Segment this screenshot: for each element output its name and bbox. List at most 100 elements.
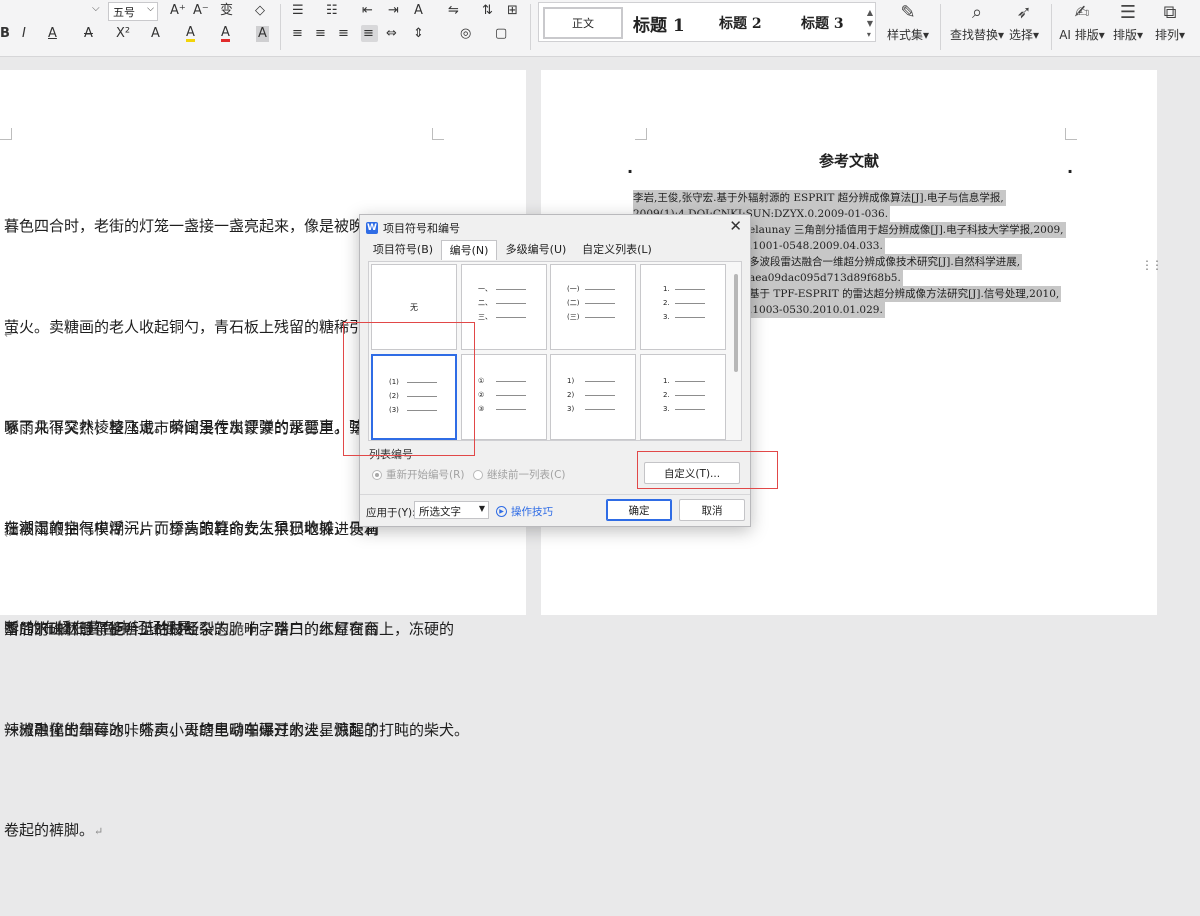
grow-font-icon[interactable]: A⁺ xyxy=(170,3,186,19)
dialog-title: 项目符号和编号 xyxy=(383,222,460,235)
text-effect-icon[interactable]: A xyxy=(151,26,160,42)
font-name-dropdown-icon[interactable]: ⌵ xyxy=(92,3,100,14)
close-icon[interactable]: ✕ xyxy=(729,217,742,235)
style-heading-2[interactable]: 标题 2 xyxy=(719,13,762,33)
bullets-icon[interactable]: ☰ xyxy=(292,3,304,19)
chevron-down-icon: ⌵ xyxy=(147,4,154,14)
preview-line xyxy=(585,395,615,396)
shading-icon[interactable]: ◎ xyxy=(460,26,471,42)
radio-continue-list[interactable]: 继续前一列表(C) xyxy=(473,467,566,482)
preview-row: 一、 xyxy=(462,283,546,295)
preview-line xyxy=(585,289,615,290)
ai-layout-button[interactable]: ✍ AI 排版▾ xyxy=(1058,0,1106,43)
reference-line: .1003-0530.2010.01.029. xyxy=(749,302,885,318)
tab-custom-list[interactable]: 自定义列表(L) xyxy=(578,240,656,260)
gallery-scroll-icon[interactable]: ▲ ▼ ▾ xyxy=(867,7,873,40)
distributed-icon[interactable]: ⇔ xyxy=(386,26,397,42)
numbering-style-cell[interactable]: (一) (二) (三) xyxy=(550,264,636,350)
ribbon-separator xyxy=(530,4,531,50)
tab-multilevel[interactable]: 多级编号(U) xyxy=(501,240,571,260)
font-size-select[interactable]: 五号 ⌵ xyxy=(108,2,158,21)
italic-icon[interactable]: I xyxy=(22,26,26,42)
strikethrough-icon[interactable]: A xyxy=(84,26,93,42)
ribbon-toolbar: ⌵ 五号 ⌵ A⁺ A⁻ 变 ◇ B I A A X² A A A A ☰ ☷ … xyxy=(0,0,1200,57)
preview-line xyxy=(496,289,526,290)
clear-format-icon[interactable]: ◇ xyxy=(255,3,265,19)
preview-number: (三) xyxy=(567,313,580,321)
tab-numbering[interactable]: 编号(N) xyxy=(441,240,497,260)
style-heading-3[interactable]: 标题 3 xyxy=(801,13,844,33)
superscript-icon[interactable]: X² xyxy=(116,26,130,42)
decrease-indent-icon[interactable]: ⇤ xyxy=(362,3,373,19)
paragraph-3[interactable]: 雪后的山林静得能听见枯枝断裂的脆响。猎户的木屋窗台上，冻硬的 辣椒串撞出细碎的咔… xyxy=(4,546,469,814)
preview-line xyxy=(675,395,705,396)
sort-icon[interactable]: ⇅ xyxy=(482,3,493,19)
gallery-scrollbar[interactable] xyxy=(734,274,738,372)
increase-indent-icon[interactable]: ⇥ xyxy=(388,3,399,19)
change-case-icon[interactable]: 变 xyxy=(220,3,233,19)
drag-handle-icon[interactable]: ⋮⋮ xyxy=(1141,259,1163,271)
preview-row: 1. xyxy=(641,283,725,295)
preview-row: 二、 xyxy=(462,297,546,309)
text-line: 暴雨来得突然，整座城市瞬间浸在灰蒙蒙的水雾里。写字 xyxy=(4,419,380,437)
preview-line xyxy=(496,395,526,396)
borders-icon[interactable]: ▢ xyxy=(495,26,507,42)
style-heading-1[interactable]: 标题 1 xyxy=(633,11,685,36)
preview-number: 2. xyxy=(663,391,670,399)
tips-link[interactable]: ▶ 操作技巧 xyxy=(496,504,553,519)
underline-icon[interactable]: A xyxy=(48,26,57,42)
numbering-style-cell[interactable]: 1) 2) 3) xyxy=(550,354,636,440)
numbering-style-cell[interactable]: 1. 2. 3. xyxy=(640,264,726,350)
style-set-icon: ✎ xyxy=(900,2,916,23)
align-justify-icon[interactable]: ≡ xyxy=(363,26,374,42)
preview-number: 2) xyxy=(567,391,575,399)
align-right-icon[interactable]: ≡ xyxy=(338,26,349,42)
style-set-button[interactable]: ✎ 样式集▾ xyxy=(884,0,932,43)
numbering-style-cell[interactable]: 1. 2. 3. xyxy=(640,354,726,440)
paragraph-mark: ↵ xyxy=(4,328,14,341)
text-line: 辣椒串撞出细碎的咔嗒声，火塘里噼啪爆开的火星惊醒了打盹的柴犬。 xyxy=(4,720,470,739)
select-button[interactable]: ➶ 选择▾ xyxy=(1006,0,1042,43)
preview-line xyxy=(585,381,615,382)
char-shading-icon[interactable]: A xyxy=(256,26,269,42)
page-corner-mark xyxy=(0,128,12,140)
highlight-icon[interactable]: A xyxy=(186,26,195,42)
ok-button[interactable]: 确定 xyxy=(606,499,672,521)
tab-bullets[interactable]: 项目符号(B) xyxy=(367,240,439,260)
font-color-icon[interactable]: A xyxy=(221,26,230,42)
table-grid-icon[interactable]: ⊞ xyxy=(507,3,518,19)
arrange-button[interactable]: ⧉ 排列▾ xyxy=(1150,0,1190,43)
find-replace-button[interactable]: ⌕ 查找替换▾ xyxy=(946,0,1008,43)
preview-line xyxy=(496,409,526,410)
apply-to-select[interactable]: 所选文字 ▼ xyxy=(414,501,489,519)
bold-icon[interactable]: B xyxy=(0,26,10,42)
preview-row: 2) xyxy=(551,389,635,401)
preview-number: (二) xyxy=(567,299,580,307)
preview-row: 2. xyxy=(641,389,725,401)
preview-number: ③ xyxy=(478,405,485,413)
numbering-icon[interactable]: ☷ xyxy=(326,3,338,19)
paragraph-mark: ↵ xyxy=(94,825,104,838)
cancel-button[interactable]: 取消 xyxy=(679,499,745,521)
dialog-titlebar: W 项目符号和编号 xyxy=(366,219,460,237)
layout-button[interactable]: ☰ 排版▾ xyxy=(1108,0,1148,43)
preview-row: 2. xyxy=(641,297,725,309)
radio-circle xyxy=(372,469,382,480)
radio-restart-numbering[interactable]: 重新开始编号(R) xyxy=(372,467,465,482)
align-left-icon[interactable]: ≡ xyxy=(292,26,303,42)
style-normal[interactable]: 正文 xyxy=(543,7,623,39)
preview-line xyxy=(675,303,705,304)
preview-line xyxy=(675,381,705,382)
preview-row: (二) xyxy=(551,297,635,309)
line-spacing-icon[interactable]: ⇕ xyxy=(413,26,424,42)
shrink-font-icon[interactable]: A⁻ xyxy=(193,3,209,19)
arrange-icon: ⧉ xyxy=(1163,2,1177,23)
reference-line: .1001-0548.2009.04.033. xyxy=(749,238,885,254)
text-direction-icon[interactable]: A xyxy=(414,3,423,19)
font-size-value: 五号 xyxy=(113,6,135,19)
align-center-icon[interactable]: ≡ xyxy=(315,26,326,42)
ltr-rtl-icon[interactable]: ⇋ xyxy=(448,3,459,19)
apply-to-label: 应用于(Y): xyxy=(366,507,416,519)
reference-line: aea09dac095d713d89f68b5. xyxy=(749,270,903,286)
annotation-box xyxy=(343,322,475,456)
